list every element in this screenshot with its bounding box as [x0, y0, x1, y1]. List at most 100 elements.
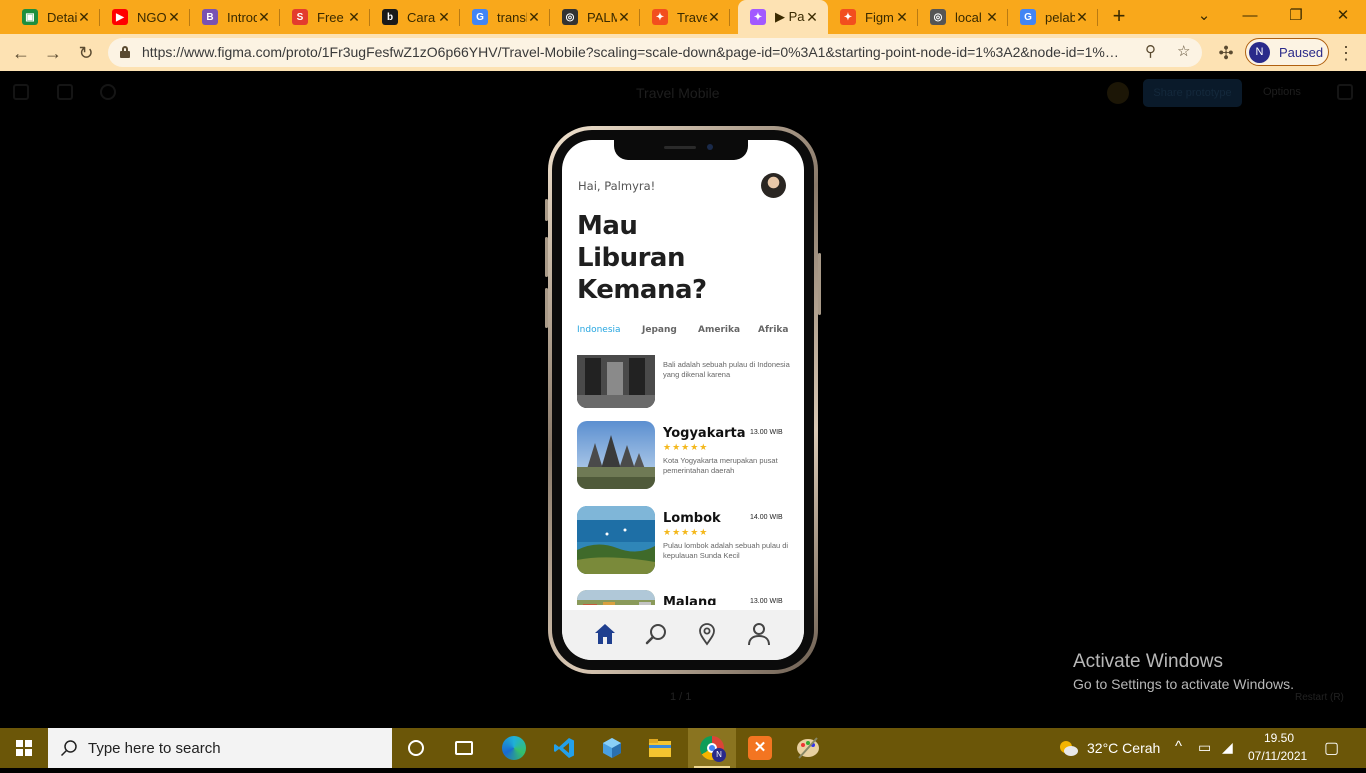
windows-logo-icon	[16, 740, 32, 756]
browser-tab[interactable]: S Free F✕	[280, 0, 370, 34]
browser-tab[interactable]: b Cara ✕	[370, 0, 460, 34]
url-text[interactable]: https://www.figma.com/proto/1Fr3ugFesfwZ…	[142, 44, 1142, 60]
options-menu[interactable]: Options	[1263, 86, 1301, 98]
close-tab-icon[interactable]: ✕	[76, 9, 92, 25]
file-explorer-icon[interactable]	[636, 728, 684, 768]
search-placeholder: Type here to search	[88, 740, 221, 757]
extensions-icon[interactable]: ✣	[1213, 40, 1239, 66]
task-view-icon[interactable]	[440, 728, 488, 768]
close-tab-icon[interactable]: ✕	[166, 9, 182, 25]
close-tab-icon[interactable]: ✕	[1074, 9, 1090, 25]
address-bar[interactable]: https://www.figma.com/proto/1Fr3ugFesfwZ…	[108, 38, 1202, 67]
browser-tab[interactable]: Gpelab ✕	[1008, 0, 1098, 34]
browser-tab[interactable]: B Introd ✕	[190, 0, 280, 34]
tab-title: PALM	[587, 9, 617, 25]
restore-button[interactable]: ❐	[1284, 5, 1308, 27]
close-tab-icon[interactable]: ✕	[526, 9, 542, 25]
browser-tab[interactable]: ✦ ▶ Pa ✕	[738, 0, 828, 34]
browser-tab[interactable]: ◎ PALM ✕	[550, 0, 640, 34]
cortana-icon[interactable]	[392, 728, 440, 768]
xampp-icon[interactable]: ✕	[736, 728, 784, 768]
phone-power-button	[818, 253, 821, 315]
user-avatar[interactable]	[1107, 82, 1129, 104]
notification-icon[interactable]: ▢	[1324, 738, 1339, 758]
close-tab-icon[interactable]: ✕	[436, 9, 452, 25]
tab-amerika[interactable]: Amerika	[698, 325, 740, 335]
weather-icon[interactable]	[1057, 738, 1079, 758]
list-item-lombok[interactable]: Lombok 14.00 WIB ★★★★★ Pulau lombok adal…	[577, 506, 792, 576]
taskbar-search[interactable]: Type here to search	[48, 728, 392, 768]
youtube-icon: ▶	[112, 9, 128, 25]
browser-tab[interactable]: ▶ NGOB✕	[100, 0, 190, 34]
edge-icon[interactable]	[490, 728, 538, 768]
3d-box-app-icon[interactable]	[588, 728, 636, 768]
reload-button[interactable]: ↻	[73, 40, 99, 66]
figma-icon: ✦	[750, 9, 766, 25]
profile-icon[interactable]	[747, 622, 771, 646]
weather-text[interactable]: 32°C Cerah	[1087, 740, 1160, 756]
menu-icon[interactable]: ⋮	[1333, 40, 1359, 66]
place-description: Kota Yogyakarta merupakan pusat pemerint…	[663, 456, 778, 475]
list-item-yogyakarta[interactable]: Yogyakarta 13.00 WIB ★★★★★ Kota Yogyakar…	[577, 421, 792, 491]
close-window-button[interactable]: ✕	[1331, 5, 1355, 27]
tab-separator	[729, 9, 730, 26]
tab-search-icon[interactable]: ⌄	[1192, 5, 1216, 27]
browser-tab[interactable]: ✦ Trave ✕	[640, 0, 730, 34]
clock-date[interactable]: 07/11/2021	[1248, 749, 1307, 763]
profile-button[interactable]: N Paused	[1245, 38, 1329, 66]
fullscreen-icon[interactable]	[1337, 84, 1353, 100]
page-counter: 1 / 1	[670, 691, 692, 703]
battery-icon[interactable]: ▭	[1198, 739, 1211, 756]
user-avatar[interactable]	[761, 173, 786, 198]
sidebar-toggle-icon[interactable]	[57, 84, 73, 100]
tab-title: Cara	[407, 9, 436, 25]
home-icon[interactable]	[593, 622, 617, 646]
category-tabs: Indonesia Jepang Amerika Afrika	[562, 325, 804, 339]
back-button[interactable]: ←	[8, 40, 34, 66]
close-tab-icon[interactable]: ✕	[256, 9, 272, 25]
figma-logo-icon[interactable]	[13, 84, 29, 100]
browser-tab[interactable]: ✦ Figm ✕	[828, 0, 918, 34]
close-tab-icon[interactable]: ✕	[894, 9, 910, 25]
tab-title: Detai	[47, 9, 77, 25]
start-button[interactable]	[0, 728, 48, 768]
tab-indonesia[interactable]: Indonesia	[577, 325, 621, 335]
new-tab-button[interactable]: +	[1108, 5, 1130, 28]
figma-icon: ✦	[652, 9, 668, 25]
lock-icon[interactable]	[120, 46, 130, 58]
prototype-title[interactable]: Travel Mobile	[636, 85, 720, 101]
google-classroom-icon: ▣	[22, 9, 38, 25]
comment-icon[interactable]	[100, 84, 116, 100]
forward-button[interactable]: →	[40, 40, 66, 66]
destination-list[interactable]: Bali adalah sebuah pulau di Indonesia ya…	[562, 355, 804, 605]
vscode-icon[interactable]	[540, 728, 588, 768]
clock-time[interactable]: 19.50	[1264, 731, 1294, 745]
close-tab-icon[interactable]: ✕	[804, 9, 820, 25]
tab-afrika[interactable]: Afrika	[758, 325, 788, 335]
search-icon[interactable]	[644, 622, 668, 646]
tab-jepang[interactable]: Jepang	[642, 325, 677, 335]
show-hidden-icons-icon[interactable]: ^	[1175, 738, 1182, 755]
bootstrap-icon: B	[202, 9, 218, 25]
close-tab-icon[interactable]: ✕	[984, 9, 1000, 25]
browser-tab[interactable]: ◎ local ✕	[918, 0, 1008, 34]
browser-tab[interactable]: Gtransl ✕	[460, 0, 550, 34]
chrome-icon[interactable]: N	[688, 728, 736, 768]
minimize-button[interactable]: —	[1238, 5, 1262, 27]
list-item-malang[interactable]: Malang 13.00 WIB ★★★★★	[577, 590, 792, 605]
place-time: 13.00 WIB	[750, 598, 783, 605]
browser-tab[interactable]: ▣ Detai ✕	[10, 0, 100, 34]
app-screen[interactable]: Hai, Palmyra! Mau Liburan Kemana? Indone…	[562, 140, 804, 660]
share-prototype-button[interactable]: Share prototype	[1143, 79, 1242, 107]
wifi-icon[interactable]: ◢	[1222, 739, 1233, 756]
list-item-bali[interactable]: Bali adalah sebuah pulau di Indonesia ya…	[577, 355, 792, 410]
restart-button[interactable]: Restart (R)	[1295, 692, 1344, 703]
paint-palette-icon[interactable]	[784, 728, 832, 768]
bookmark-star-icon[interactable]: ☆	[1177, 42, 1190, 60]
close-tab-icon[interactable]: ✕	[346, 9, 362, 25]
zoom-icon[interactable]: ⚲	[1145, 42, 1156, 60]
phone-notch	[614, 140, 748, 160]
close-tab-icon[interactable]: ✕	[706, 9, 722, 25]
close-tab-icon[interactable]: ✕	[616, 9, 632, 25]
location-pin-icon[interactable]	[695, 622, 719, 646]
